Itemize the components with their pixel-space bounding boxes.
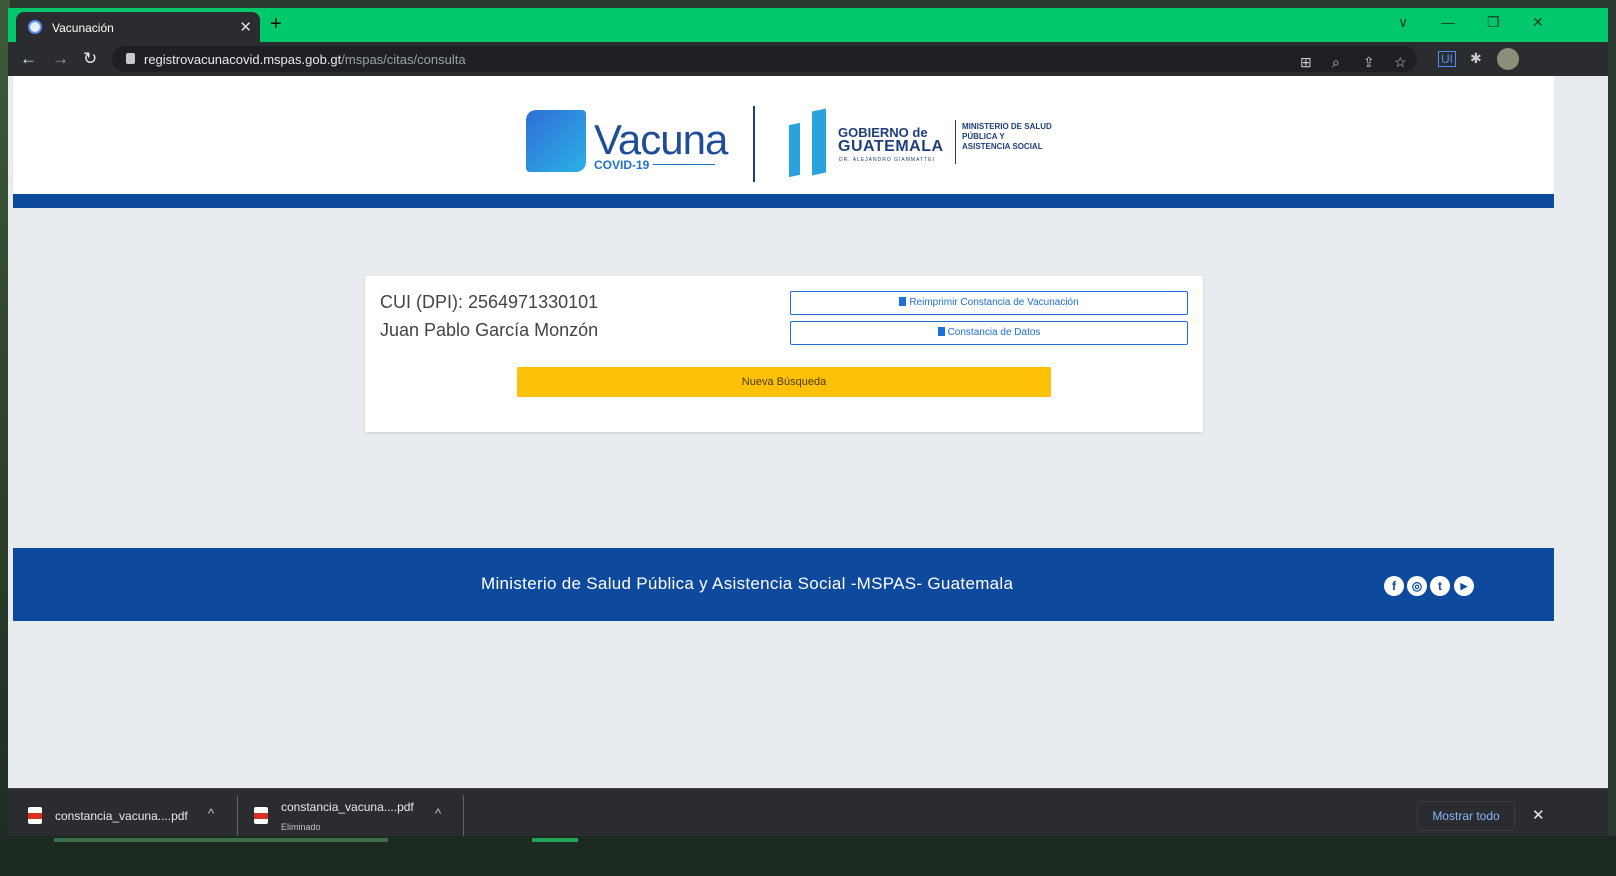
footer-text: Ministerio de Salud Pública y Asistencia… (481, 574, 1014, 593)
browser-toolbar: ← → ↻ registrovacunacovid.mspas.gob.gt/m… (8, 42, 1608, 76)
data-certificate-button[interactable]: Constancia de Datos (790, 321, 1188, 345)
pdf-file-icon (28, 807, 42, 824)
site-footer: Ministerio de Salud Pública y Asistencia… (13, 548, 1554, 621)
tab-close-icon[interactable]: ✕ (239, 18, 252, 36)
result-card: CUI (DPI): 2564971330101 Juan Pablo Garc… (365, 276, 1203, 432)
avatar[interactable] (1497, 48, 1519, 70)
header-divider (753, 106, 755, 182)
chevron-up-icon[interactable]: ^ (208, 806, 214, 821)
tab-title: Vacunación (52, 21, 114, 35)
share-icon[interactable]: ⇪ (1363, 54, 1375, 71)
new-search-button[interactable]: Nueva Búsqueda (517, 367, 1051, 397)
facebook-icon[interactable]: f (1384, 576, 1404, 596)
header-blue-bar (13, 194, 1554, 208)
download-status: Eliminado (281, 822, 321, 832)
tab-vacunacion[interactable]: Vacunación ✕ (16, 12, 260, 42)
twitter-icon[interactable]: t (1430, 576, 1450, 596)
bookmark-star-icon[interactable]: ☆ (1394, 54, 1407, 71)
instagram-icon[interactable]: ◎ (1407, 576, 1427, 596)
tab-search-icon[interactable]: ∨ (1398, 14, 1408, 31)
back-arrow-icon[interactable]: ← (20, 49, 37, 69)
forward-arrow-icon[interactable]: → (52, 49, 69, 69)
ministry-text: MINISTERIO DE SALUD PÚBLICA Y ASISTENCIA… (962, 122, 1052, 151)
extension-ui-icon[interactable]: UI (1438, 51, 1456, 67)
reprint-certificate-button[interactable]: Reimprimir Constancia de Vacunación (790, 291, 1188, 315)
puzzle-icon[interactable]: ✱ (1470, 50, 1482, 67)
globe-icon (28, 20, 42, 34)
tab-strip: Vacunación ✕ + ∨ — ❐ ✕ (8, 8, 1608, 42)
pdf-file-icon (254, 807, 268, 824)
lock-icon (126, 53, 135, 64)
minimize-button[interactable]: — (1441, 14, 1455, 30)
reprint-label: Reimprimir Constancia de Vacunación (909, 297, 1079, 308)
url-text: registrovacunacovid.mspas.gob.gt/mspas/c… (144, 52, 466, 67)
browser-window: Vacunación ✕ + ∨ — ❐ ✕ ← → ↻ registrovac… (8, 8, 1608, 876)
logo-word: Vacuna (594, 116, 728, 163)
gov-logo-bar-icon (789, 122, 800, 178)
chevron-up-icon[interactable]: ^ (435, 806, 441, 821)
zoom-icon[interactable]: ⌕ (1332, 54, 1340, 71)
close-download-bar-icon[interactable]: ✕ (1532, 806, 1545, 824)
ministry-divider (955, 120, 956, 164)
reload-icon[interactable]: ↻ (83, 49, 97, 69)
logo-sub: COVID-19 (594, 158, 650, 172)
show-all-button[interactable]: Mostrar todo (1417, 801, 1515, 831)
file-pdf-icon (899, 297, 907, 306)
download-separator (463, 795, 464, 837)
vacuna-logo-icon (526, 110, 586, 172)
gov-tiny-text: DR. ALEJANDRO GIAMMATTEI (839, 157, 935, 163)
gov-main-text: GUATEMALA (838, 138, 944, 155)
site-header: Vacuna COVID-19 GOBIERNO de GUATEMALA DR… (13, 76, 1554, 194)
person-name: Juan Pablo García Monzón (380, 320, 599, 340)
file-pdf-icon (937, 327, 945, 336)
download-filename: constancia_vacuna....pdf (55, 809, 188, 823)
cui-text: CUI (DPI): 2564971330101 (380, 292, 599, 312)
data-label: Constancia de Datos (947, 327, 1041, 338)
logo-underline (653, 164, 715, 165)
taskbar-item[interactable] (54, 838, 388, 842)
youtube-icon[interactable]: ▶ (1454, 576, 1474, 596)
download-filename: constancia_vacuna....pdf (281, 800, 414, 814)
taskbar-item[interactable] (532, 838, 578, 842)
taskbar (0, 836, 1616, 876)
restore-button[interactable]: ❐ (1487, 14, 1500, 31)
new-tab-button[interactable]: + (270, 13, 282, 36)
close-window-button[interactable]: ✕ (1532, 14, 1544, 31)
web-page: Vacuna COVID-19 GOBIERNO de GUATEMALA DR… (13, 76, 1554, 790)
address-bar[interactable]: registrovacunacovid.mspas.gob.gt/mspas/c… (112, 46, 1417, 72)
translate-icon[interactable]: ⊞ (1300, 54, 1312, 71)
gov-logo-bar-icon (812, 108, 826, 176)
